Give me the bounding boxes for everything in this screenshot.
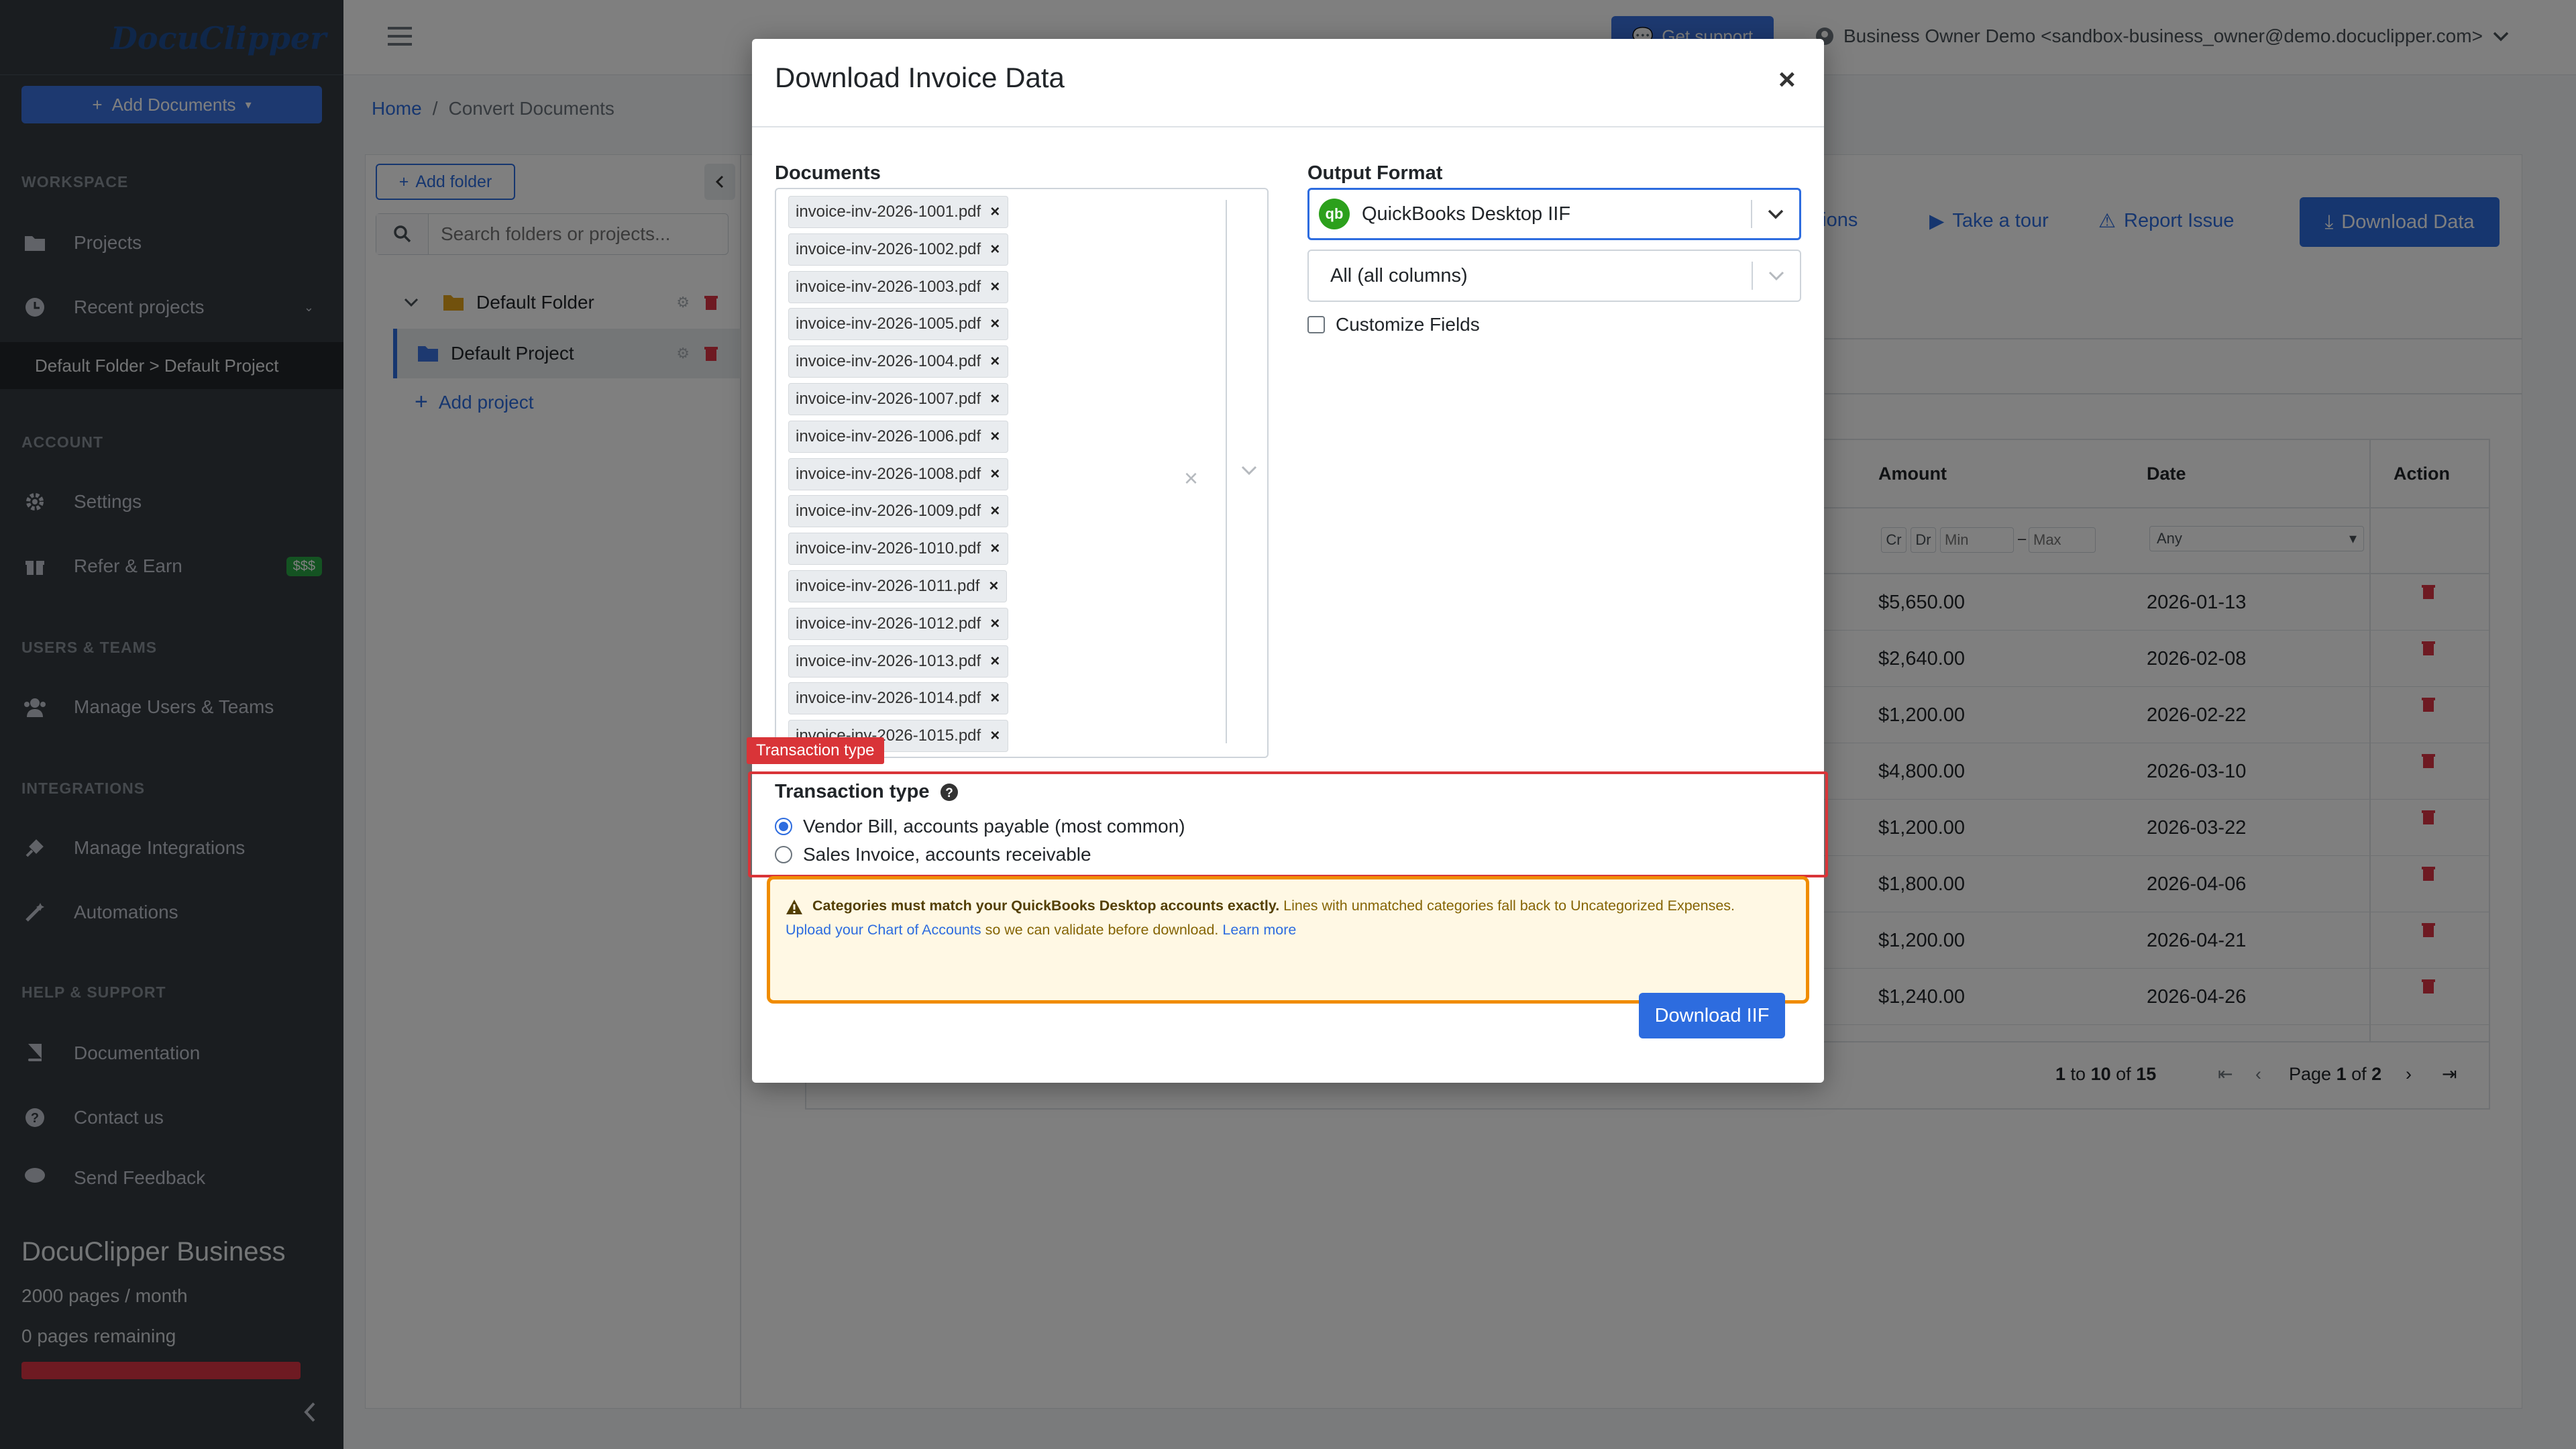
chevron-down-icon: [1767, 208, 1784, 220]
chevron-down-icon: [1768, 270, 1785, 282]
document-chip[interactable]: invoice-inv-2026-1003.pdf ×: [788, 270, 1009, 303]
document-chip[interactable]: invoice-inv-2026-1002.pdf ×: [788, 233, 1009, 266]
remove-chip-icon[interactable]: ×: [990, 652, 1000, 671]
transaction-type-tag: Transaction type: [747, 737, 884, 764]
chevron-down-icon[interactable]: [1240, 464, 1258, 476]
documents-multiselect[interactable]: invoice-inv-2026-1001.pdf × invoice-inv-20…: [775, 188, 1269, 758]
remove-chip-icon[interactable]: ×: [990, 352, 1000, 371]
customize-fields-checkbox[interactable]: [1307, 316, 1325, 333]
radio-button[interactable]: [775, 818, 792, 835]
radio-vendor-bill[interactable]: Vendor Bill, accounts payable (most comm…: [775, 816, 1185, 837]
document-chip[interactable]: invoice-inv-2026-1007.pdf ×: [788, 382, 1009, 415]
warning-body-2: so we can validate before download.: [981, 922, 1223, 938]
warning-text: Categories must match your QuickBooks De…: [786, 894, 1778, 942]
columns-select[interactable]: All (all columns): [1307, 250, 1801, 302]
select-divider: [1752, 262, 1753, 290]
document-chip-label: invoice-inv-2026-1008.pdf: [796, 464, 981, 483]
output-format-value: QuickBooks Desktop IIF: [1362, 203, 1571, 225]
document-chip[interactable]: invoice-inv-2026-1011.pdf ×: [788, 570, 1008, 602]
columns-value: All (all columns): [1330, 264, 1468, 286]
document-chip-label: invoice-inv-2026-1010.pdf: [796, 539, 981, 558]
modal-divider: [752, 126, 1824, 127]
select-divider: [1751, 200, 1752, 228]
warning-body-1: Lines with unmatched categories fall bac…: [1279, 898, 1735, 914]
upload-chart-link[interactable]: Upload your Chart of Accounts: [786, 922, 981, 938]
warning-bold: Categories must match your QuickBooks De…: [812, 898, 1280, 914]
remove-chip-icon[interactable]: ×: [990, 315, 1000, 333]
document-chip[interactable]: invoice-inv-2026-1009.pdf ×: [788, 495, 1009, 528]
transaction-type-text: Transaction type: [775, 781, 930, 802]
learn-more-link[interactable]: Learn more: [1222, 922, 1296, 938]
clear-all-icon[interactable]: ×: [1184, 464, 1198, 492]
remove-chip-icon[interactable]: ×: [990, 465, 1000, 484]
radio-button[interactable]: [775, 846, 792, 863]
select-divider: [1226, 200, 1227, 743]
download-modal: Download Invoice Data × Documents invoic…: [747, 39, 1828, 1083]
customize-fields[interactable]: Customize Fields: [1307, 314, 1480, 335]
remove-chip-icon[interactable]: ×: [990, 689, 1000, 708]
question-icon[interactable]: ?: [940, 783, 959, 802]
document-chip-label: invoice-inv-2026-1005.pdf: [796, 315, 981, 333]
document-chip-label: invoice-inv-2026-1004.pdf: [796, 352, 981, 371]
document-chip-label: invoice-inv-2026-1001.pdf: [796, 203, 981, 221]
documents-chip-list: invoice-inv-2026-1001.pdf × invoice-inv-20…: [788, 196, 1191, 757]
customize-fields-label: Customize Fields: [1336, 314, 1480, 335]
document-chip[interactable]: invoice-inv-2026-1012.pdf ×: [788, 607, 1009, 640]
remove-chip-icon[interactable]: ×: [990, 539, 1000, 558]
document-chip-label: invoice-inv-2026-1003.pdf: [796, 277, 981, 296]
radio-label: Vendor Bill, accounts payable (most comm…: [803, 816, 1185, 837]
document-chip[interactable]: invoice-inv-2026-1001.pdf ×: [788, 196, 1009, 228]
document-chip[interactable]: invoice-inv-2026-1005.pdf ×: [788, 308, 1009, 341]
document-chip[interactable]: invoice-inv-2026-1010.pdf ×: [788, 533, 1009, 566]
remove-chip-icon[interactable]: ×: [989, 577, 998, 596]
document-chip-label: invoice-inv-2026-1012.pdf: [796, 614, 981, 633]
transaction-type-label: Transaction type ?: [775, 781, 959, 803]
remove-chip-icon[interactable]: ×: [990, 427, 1000, 446]
radio-label: Sales Invoice, accounts receivable: [803, 844, 1091, 865]
output-format-select[interactable]: qb QuickBooks Desktop IIF: [1307, 188, 1801, 240]
remove-chip-icon[interactable]: ×: [990, 278, 1000, 297]
document-chip-label: invoice-inv-2026-1002.pdf: [796, 239, 981, 258]
remove-chip-icon[interactable]: ×: [990, 203, 1000, 221]
remove-chip-icon[interactable]: ×: [990, 390, 1000, 409]
svg-text:?: ?: [946, 786, 954, 800]
radio-sales-invoice[interactable]: Sales Invoice, accounts receivable: [775, 844, 1091, 865]
document-chip-label: invoice-inv-2026-1013.pdf: [796, 651, 981, 670]
output-format-label: Output Format: [1307, 162, 1443, 184]
document-chip[interactable]: invoice-inv-2026-1008.pdf ×: [788, 458, 1009, 490]
remove-chip-icon[interactable]: ×: [990, 614, 1000, 633]
quickbooks-logo-icon: qb: [1319, 199, 1350, 229]
download-iif-button[interactable]: Download IIF: [1639, 993, 1785, 1038]
document-chip[interactable]: invoice-inv-2026-1013.pdf ×: [788, 645, 1009, 678]
remove-chip-icon[interactable]: ×: [990, 727, 1000, 745]
document-chip-label: invoice-inv-2026-1014.pdf: [796, 689, 981, 708]
documents-label: Documents: [775, 162, 881, 184]
remove-chip-icon[interactable]: ×: [990, 240, 1000, 259]
close-icon[interactable]: ×: [1778, 63, 1796, 97]
remove-chip-icon[interactable]: ×: [990, 502, 1000, 521]
document-chip-label: invoice-inv-2026-1009.pdf: [796, 502, 981, 521]
modal-title: Download Invoice Data: [775, 62, 1065, 93]
document-chip[interactable]: invoice-inv-2026-1004.pdf ×: [788, 345, 1009, 378]
document-chip-label: invoice-inv-2026-1011.pdf: [796, 576, 980, 595]
document-chip-label: invoice-inv-2026-1006.pdf: [796, 427, 981, 445]
document-chip[interactable]: invoice-inv-2026-1006.pdf ×: [788, 420, 1009, 453]
document-chip[interactable]: invoice-inv-2026-1014.pdf ×: [788, 682, 1009, 715]
document-chip-label: invoice-inv-2026-1007.pdf: [796, 389, 981, 408]
